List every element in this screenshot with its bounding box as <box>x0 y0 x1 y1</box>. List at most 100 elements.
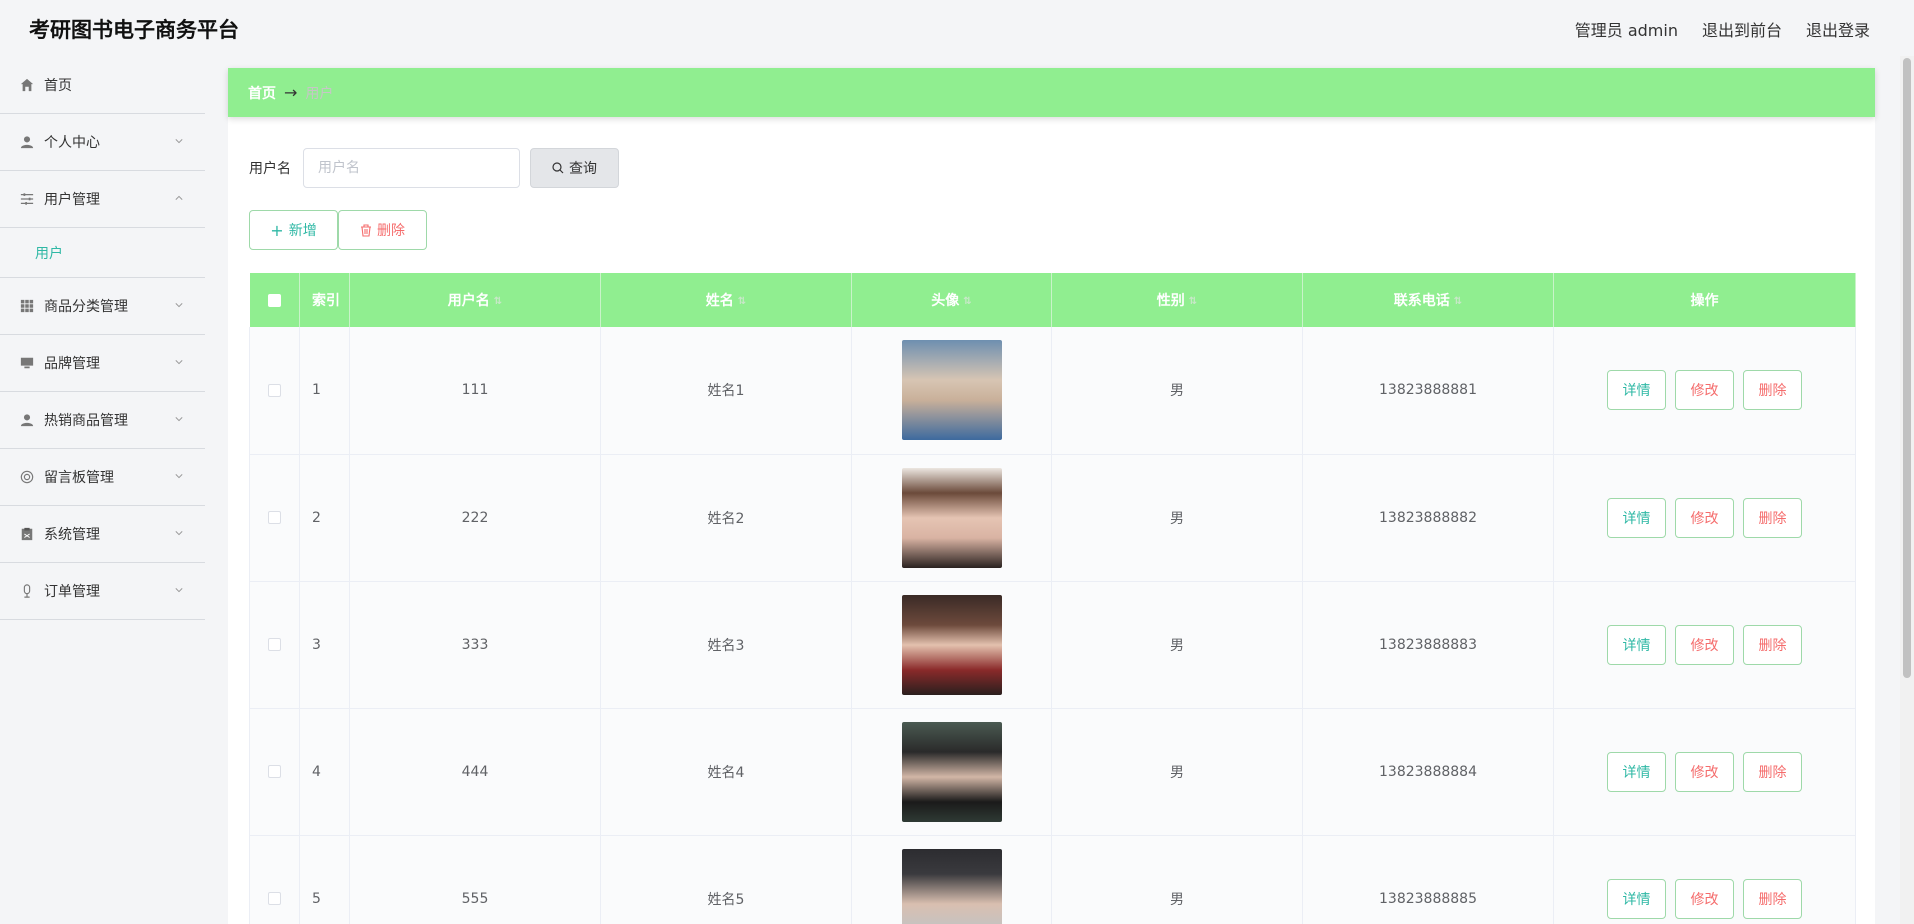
detail-button[interactable]: 详情 <box>1607 624 1666 665</box>
edit-button[interactable]: 修改 <box>1675 878 1734 919</box>
detail-button[interactable]: 详情 <box>1607 497 1666 538</box>
select-all-cell <box>249 273 300 327</box>
cell-phone: 13823888881 <box>1302 327 1554 455</box>
cell-gender: 男 <box>1051 708 1303 836</box>
avatar[interactable] <box>901 721 1002 822</box>
sort-icon[interactable]: ⇅ <box>963 296 971 307</box>
top-bar: 考研图书电子商务平台 管理员 admin 退出到前台 退出登录 <box>0 0 1914 56</box>
chevron-down-icon <box>175 474 183 479</box>
row-select-cell <box>249 581 300 709</box>
chevron-down-icon <box>175 417 183 422</box>
row-checkbox[interactable] <box>268 638 281 651</box>
cell-actions: 详情 修改 删除 <box>1553 327 1856 455</box>
sort-icon[interactable]: ⇅ <box>738 296 746 307</box>
cell-gender: 男 <box>1051 454 1303 582</box>
user-table: 索引 用户名 ⇅ 姓名 ⇅ 头像 ⇅ 性别 ⇅ 联系电话 ⇅ 操作 1 111 姓名1 男 <box>249 273 1856 924</box>
sort-icon[interactable]: ⇅ <box>1454 296 1462 307</box>
chevron-down-icon <box>175 139 183 144</box>
cell-name: 姓名3 <box>600 581 852 709</box>
sidebar-item-category-management[interactable]: 商品分类管理 <box>0 278 205 335</box>
table-row: 2 222 姓名2 男 13823888882 详情 修改 删除 <box>249 454 1856 582</box>
column-header-username[interactable]: 用户名 ⇅ <box>349 273 601 327</box>
add-button[interactable]: + 新增 <box>249 210 338 250</box>
sidebar-item-hot-products[interactable]: 热销商品管理 <box>0 392 205 449</box>
mic-icon <box>23 584 31 598</box>
scrollbar-thumb[interactable] <box>1903 58 1911 678</box>
table-row: 5 555 姓名5 男 13823888885 详情 修改 删除 <box>249 835 1856 924</box>
batch-delete-button[interactable]: 删除 <box>338 210 427 250</box>
back-to-front-link[interactable]: 退出到前台 <box>1702 17 1782 41</box>
cell-name: 姓名5 <box>600 835 852 924</box>
sidebar-item-order-management[interactable]: 订单管理 <box>0 563 205 620</box>
sidebar-item-label: 订单管理 <box>44 584 100 600</box>
app-title: 考研图书电子商务平台 <box>29 18 239 42</box>
sidebar-subitem-users[interactable]: 用户 <box>0 228 205 278</box>
column-header-name[interactable]: 姓名 ⇅ <box>600 273 852 327</box>
cell-name: 姓名4 <box>600 708 852 836</box>
row-select-cell <box>249 327 300 455</box>
delete-button[interactable]: 删除 <box>1743 624 1802 665</box>
detail-button[interactable]: 详情 <box>1607 751 1666 792</box>
cell-username: 111 <box>349 327 601 455</box>
edit-button[interactable]: 修改 <box>1675 751 1734 792</box>
avatar[interactable] <box>901 340 1002 441</box>
cell-actions: 详情 修改 删除 <box>1553 581 1856 709</box>
row-checkbox[interactable] <box>268 383 281 397</box>
search-button[interactable]: 查询 <box>530 148 619 188</box>
sidebar-item-home[interactable]: 首页 <box>0 57 205 114</box>
user-icon <box>20 414 34 427</box>
logout-link[interactable]: 退出登录 <box>1806 17 1870 41</box>
sidebar-item-label: 留言板管理 <box>44 470 114 486</box>
row-checkbox[interactable] <box>268 511 281 524</box>
chevron-up-icon <box>175 195 183 200</box>
sidebar-item-label: 用户管理 <box>44 192 100 208</box>
column-header-index: 索引 <box>299 273 350 327</box>
sort-icon[interactable]: ⇅ <box>1189 296 1197 307</box>
sidebar-item-brand-management[interactable]: 品牌管理 <box>0 335 205 392</box>
edit-button[interactable]: 修改 <box>1675 624 1734 665</box>
avatar[interactable] <box>901 594 1002 695</box>
avatar[interactable] <box>901 848 1002 924</box>
cell-index: 2 <box>299 454 350 582</box>
delete-button[interactable]: 删除 <box>1743 370 1802 411</box>
admin-user-label[interactable]: 管理员 admin <box>1575 17 1678 41</box>
detail-button[interactable]: 详情 <box>1607 878 1666 919</box>
user-icon <box>20 136 34 149</box>
breadcrumb-home[interactable]: 首页 <box>248 83 276 103</box>
sidebar-item-label: 品牌管理 <box>44 356 100 372</box>
sidebar-item-message-board[interactable]: 留言板管理 <box>0 449 205 506</box>
select-all-checkbox[interactable] <box>267 293 281 307</box>
table-row: 4 444 姓名4 男 13823888884 详情 修改 删除 <box>249 708 1856 836</box>
sidebar-item-user-management[interactable]: 用户管理 <box>0 171 205 228</box>
row-checkbox[interactable] <box>268 765 281 778</box>
cell-username: 222 <box>349 454 601 582</box>
column-header-gender[interactable]: 性别 ⇅ <box>1051 273 1303 327</box>
sort-icon[interactable]: ⇅ <box>494 296 502 307</box>
cell-username: 444 <box>349 708 601 836</box>
search-row: 用户名 查询 <box>249 148 619 188</box>
cell-avatar <box>851 327 1052 455</box>
cell-gender: 男 <box>1051 835 1303 924</box>
detail-button[interactable]: 详情 <box>1607 370 1666 411</box>
action-row: + 新增 删除 <box>249 210 427 250</box>
delete-button[interactable]: 删除 <box>1743 751 1802 792</box>
column-header-label: 头像 <box>931 293 960 309</box>
sidebar-item-label: 首页 <box>44 78 72 94</box>
edit-button[interactable]: 修改 <box>1675 370 1734 411</box>
cell-index: 5 <box>299 835 350 924</box>
breadcrumb-current: 用户 <box>305 85 334 102</box>
edit-button[interactable]: 修改 <box>1675 497 1734 538</box>
row-select-cell <box>249 454 300 582</box>
page-scrollbar[interactable] <box>1900 56 1914 924</box>
sidebar-item-personal-center[interactable]: 个人中心 <box>0 114 205 171</box>
column-header-phone[interactable]: 联系电话 ⇅ <box>1302 273 1554 327</box>
row-checkbox[interactable] <box>268 892 281 905</box>
search-label: 用户名 <box>249 161 291 177</box>
delete-button[interactable]: 删除 <box>1743 497 1802 538</box>
avatar[interactable] <box>901 467 1002 568</box>
column-header-avatar[interactable]: 头像 ⇅ <box>851 273 1052 327</box>
username-search-input[interactable] <box>303 148 520 188</box>
delete-button[interactable]: 删除 <box>1743 878 1802 919</box>
breadcrumb: 首页 → 用户 <box>228 68 1875 117</box>
sidebar-item-system-management[interactable]: 系统管理 <box>0 506 205 563</box>
